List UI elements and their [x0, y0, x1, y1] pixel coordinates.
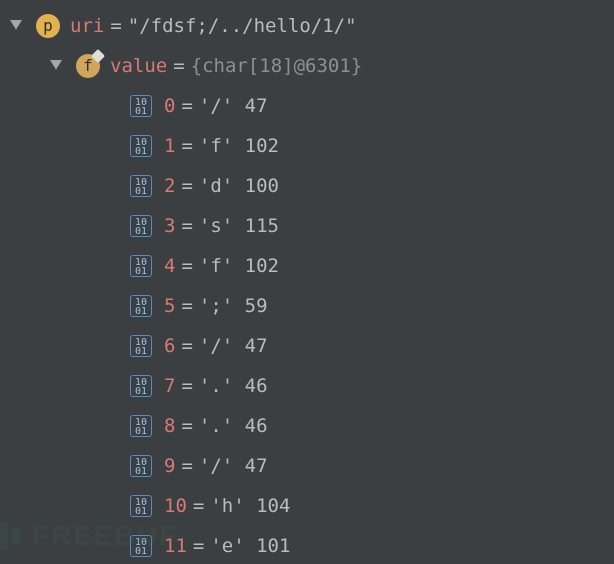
equals-sign: =	[181, 326, 192, 366]
array-entry-row[interactable]: 1001 5=';' 59	[0, 286, 614, 326]
array-index: 3	[164, 206, 175, 246]
primitive-icon: 1001	[130, 295, 152, 317]
array-entry-row[interactable]: 1001 11='e' 101	[0, 526, 614, 564]
array-index: 5	[164, 286, 175, 326]
equals-sign: =	[181, 246, 192, 286]
variable-value: "/fdsf;/../hello/1/"	[128, 6, 357, 46]
variable-value: {char[18]@6301}	[191, 46, 363, 86]
array-value: 'd' 100	[199, 166, 279, 206]
array-value: 'e' 101	[210, 526, 290, 564]
array-index: 8	[164, 406, 175, 446]
equals-sign: =	[110, 6, 121, 46]
debugger-variables-tree: p uri = "/fdsf;/../hello/1/" f value = {…	[0, 0, 614, 564]
expand-toggle-icon[interactable]	[46, 56, 66, 76]
primitive-icon: 1001	[130, 455, 152, 477]
primitive-icon: 1001	[130, 135, 152, 157]
primitive-icon: 1001	[130, 495, 152, 517]
array-index: 10	[164, 486, 187, 526]
primitive-icon: 1001	[130, 255, 152, 277]
primitive-icon: 1001	[130, 535, 152, 557]
equals-sign: =	[181, 166, 192, 206]
array-entry-row[interactable]: 1001 10='h' 104	[0, 486, 614, 526]
primitive-icon: 1001	[130, 335, 152, 357]
parameter-icon: p	[36, 14, 60, 38]
array-index: 6	[164, 326, 175, 366]
array-value: ';' 59	[199, 286, 268, 326]
equals-sign: =	[181, 126, 192, 166]
expand-toggle-icon[interactable]	[6, 16, 26, 36]
array-entry-row[interactable]: 1001 0='/' 47	[0, 86, 614, 126]
array-index: 4	[164, 246, 175, 286]
primitive-icon: 1001	[130, 95, 152, 117]
char-array-entries: 10010='/' 4710011='f' 10210012='d' 10010…	[0, 86, 614, 564]
array-value: '/' 47	[199, 326, 268, 366]
variable-row-uri[interactable]: p uri = "/fdsf;/../hello/1/"	[0, 6, 614, 46]
variable-row-value[interactable]: f value = {char[18]@6301}	[0, 46, 614, 86]
array-entry-row[interactable]: 1001 4='f' 102	[0, 246, 614, 286]
array-value: 'h' 104	[210, 486, 290, 526]
array-entry-row[interactable]: 1001 7='.' 46	[0, 366, 614, 406]
array-index: 0	[164, 86, 175, 126]
array-index: 9	[164, 446, 175, 486]
array-entry-row[interactable]: 1001 1='f' 102	[0, 126, 614, 166]
array-entry-row[interactable]: 1001 9='/' 47	[0, 446, 614, 486]
array-entry-row[interactable]: 1001 8='.' 46	[0, 406, 614, 446]
array-value: '/' 47	[199, 86, 268, 126]
equals-sign: =	[181, 206, 192, 246]
array-index: 2	[164, 166, 175, 206]
array-value: 'f' 102	[199, 126, 279, 166]
array-value: '/' 47	[199, 446, 268, 486]
equals-sign: =	[193, 526, 204, 564]
array-index: 1	[164, 126, 175, 166]
equals-sign: =	[173, 46, 184, 86]
primitive-icon: 1001	[130, 215, 152, 237]
field-icon: f	[76, 54, 100, 78]
variable-name: uri	[70, 6, 104, 46]
equals-sign: =	[181, 86, 192, 126]
equals-sign: =	[181, 286, 192, 326]
primitive-icon: 1001	[130, 375, 152, 397]
array-value: '.' 46	[199, 366, 268, 406]
array-index: 7	[164, 366, 175, 406]
array-index: 11	[164, 526, 187, 564]
equals-sign: =	[181, 446, 192, 486]
equals-sign: =	[181, 406, 192, 446]
equals-sign: =	[181, 366, 192, 406]
variable-name: value	[110, 46, 167, 86]
array-value: 'f' 102	[199, 246, 279, 286]
primitive-icon: 1001	[130, 175, 152, 197]
array-value: 's' 115	[199, 206, 279, 246]
primitive-icon: 1001	[130, 415, 152, 437]
equals-sign: =	[193, 486, 204, 526]
array-entry-row[interactable]: 1001 3='s' 115	[0, 206, 614, 246]
array-entry-row[interactable]: 1001 2='d' 100	[0, 166, 614, 206]
array-entry-row[interactable]: 1001 6='/' 47	[0, 326, 614, 366]
array-value: '.' 46	[199, 406, 268, 446]
